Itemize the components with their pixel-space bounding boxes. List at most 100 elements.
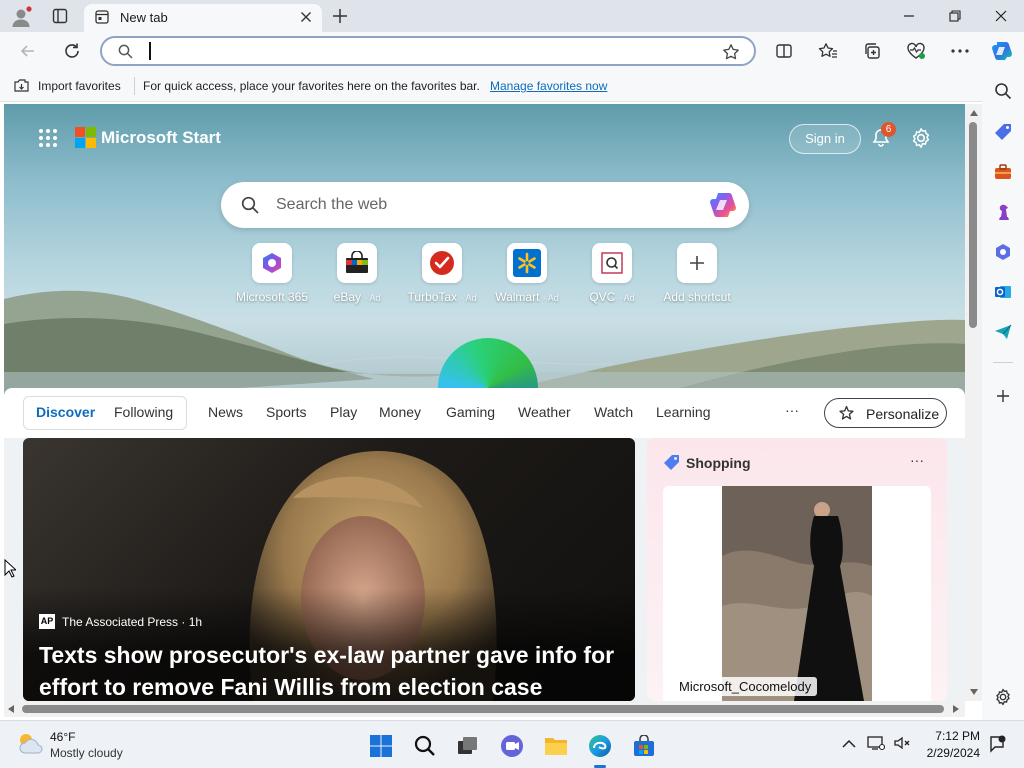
network-icon[interactable] [867, 735, 885, 751]
send-paper-plane-icon[interactable] [993, 322, 1013, 342]
back-button[interactable] [14, 37, 42, 65]
quick-link-qvc[interactable]: QVC · Ad [572, 243, 652, 304]
restore-button[interactable] [932, 0, 978, 32]
outlook-icon[interactable] [993, 282, 1013, 302]
product-tile[interactable]: Microsoft_Cocomelody [663, 486, 931, 701]
tab-sports[interactable]: Sports [266, 404, 306, 420]
copilot-search-icon[interactable] [709, 191, 739, 219]
tab-weather[interactable]: Weather [518, 404, 571, 420]
microsoft-365-sidebar-icon[interactable] [993, 242, 1013, 262]
quick-link-ebay[interactable]: eBay · Ad [317, 243, 397, 304]
main-article-card[interactable]: AP The Associated Press · 1h Texts show … [23, 438, 635, 701]
sign-in-button[interactable]: Sign in [789, 124, 861, 154]
quick-link-label: Add shortcut [663, 290, 731, 304]
show-hidden-icons-chevron-icon[interactable] [842, 739, 856, 748]
tab-news[interactable]: News [208, 404, 243, 420]
tab-watch[interactable]: Watch [594, 404, 633, 420]
new-tab-page: Microsoft Start Sign in 6 Search the web… [4, 104, 965, 701]
horizontal-scrollbar[interactable] [4, 701, 965, 717]
tab-actions-icon[interactable] [52, 8, 68, 24]
teams-chat-icon[interactable] [499, 733, 525, 759]
windows-start-icon[interactable] [368, 733, 394, 759]
close-tab-icon[interactable] [300, 11, 312, 23]
copilot-icon[interactable] [988, 37, 1016, 65]
web-search-box[interactable]: Search the web [221, 182, 749, 228]
product-caption: Microsoft_Cocomelody [673, 677, 818, 696]
sidebar-settings-gear-icon[interactable] [993, 687, 1013, 707]
import-favorites-button[interactable]: Import favorites [38, 79, 121, 93]
weather-cloudy-icon[interactable] [16, 731, 44, 755]
sidebar-add-icon[interactable] [993, 386, 1013, 406]
split-screen-button[interactable] [770, 37, 798, 65]
plus-icon [677, 243, 717, 283]
tab-new-tab[interactable]: New tab [84, 4, 322, 32]
new-tab-button[interactable] [332, 8, 348, 24]
quick-link-label: eBay [333, 290, 361, 304]
tools-briefcase-icon[interactable] [993, 162, 1013, 182]
vertical-scroll-thumb[interactable] [969, 122, 977, 328]
web-search-input[interactable]: Search the web [276, 196, 387, 214]
favorites-bar: Import favorites For quick access, place… [0, 70, 1024, 102]
article-source: The Associated Press · 1h [62, 615, 203, 629]
shopping-title: Shopping [686, 455, 751, 471]
browser-essentials-button[interactable] [902, 37, 930, 65]
task-view-icon[interactable] [455, 733, 481, 759]
clock-time[interactable]: 7:12 PM [930, 729, 980, 743]
feed-more-button[interactable]: ··· [785, 402, 799, 418]
scroll-up-arrow-icon[interactable] [970, 110, 978, 116]
clock-date[interactable]: 2/29/2024 [920, 746, 980, 760]
quick-link-microsoft-365[interactable]: Microsoft 365 [232, 243, 312, 304]
games-chess-icon[interactable] [993, 202, 1013, 222]
notification-center-icon[interactable] [988, 735, 1006, 753]
shopping-more-button[interactable]: ··· [910, 452, 924, 468]
address-bar[interactable] [100, 36, 756, 66]
vertical-scrollbar[interactable] [965, 104, 982, 701]
tab-play[interactable]: Play [330, 404, 357, 420]
tab-following[interactable]: Following [114, 404, 173, 420]
favorites-button[interactable] [814, 37, 842, 65]
minimize-button[interactable] [886, 0, 932, 32]
settings-more-button[interactable] [946, 37, 974, 65]
app-launcher-icon[interactable] [38, 128, 58, 148]
scroll-down-arrow-icon[interactable] [970, 689, 978, 695]
personalize-button[interactable]: Personalize [824, 398, 947, 428]
article-headline-line1[interactable]: Texts show prosecutor's ex-law partner g… [39, 642, 614, 669]
brand-title[interactable]: Microsoft Start [101, 128, 221, 148]
article-headline-line2[interactable]: effort to remove Fani Willis from electi… [39, 674, 542, 701]
quick-link-walmart[interactable]: Walmart · Ad [487, 243, 567, 304]
file-explorer-icon[interactable] [543, 733, 569, 759]
volume-muted-icon[interactable] [893, 735, 911, 751]
weather-desc[interactable]: Mostly cloudy [50, 746, 123, 760]
microsoft-store-icon[interactable] [631, 733, 657, 759]
page-settings-gear-icon[interactable] [910, 127, 932, 149]
ad-badge: · Ad [618, 293, 635, 303]
tab-gaming[interactable]: Gaming [446, 404, 495, 420]
quick-link-turbotax[interactable]: TurboTax · Ad [402, 243, 482, 304]
close-window-button[interactable] [978, 0, 1024, 32]
turbotax-icon [422, 243, 462, 283]
collections-button[interactable] [858, 37, 886, 65]
sparkle-icon [838, 405, 855, 422]
manage-favorites-link[interactable]: Manage favorites now [490, 79, 607, 93]
scroll-left-arrow-icon[interactable] [8, 705, 14, 713]
add-shortcut-button[interactable]: Add shortcut [657, 243, 737, 304]
shopping-card[interactable]: Shopping ··· Microsoft_Cocomelody [647, 438, 947, 701]
profile-icon[interactable] [10, 6, 32, 28]
mouse-pointer-icon [4, 559, 16, 578]
tab-money[interactable]: Money [379, 404, 421, 420]
tab-learning[interactable]: Learning [656, 404, 711, 420]
refresh-button[interactable] [58, 37, 86, 65]
sidebar-search-icon[interactable] [993, 81, 1013, 101]
edge-sidebar [982, 70, 1024, 720]
walmart-icon [507, 243, 547, 283]
taskbar-search-icon[interactable] [412, 733, 438, 759]
tab-discover[interactable]: Discover [36, 404, 95, 420]
favorite-star-icon[interactable] [722, 43, 740, 61]
weather-temp[interactable]: 46°F [50, 730, 75, 744]
scroll-right-arrow-icon[interactable] [953, 705, 959, 713]
ap-logo: AP [39, 614, 55, 629]
horizontal-scroll-thumb[interactable] [22, 705, 944, 713]
edge-browser-icon[interactable] [587, 733, 613, 759]
personalize-label: Personalize [866, 406, 940, 422]
shopping-tag-sidebar-icon[interactable] [993, 122, 1013, 142]
